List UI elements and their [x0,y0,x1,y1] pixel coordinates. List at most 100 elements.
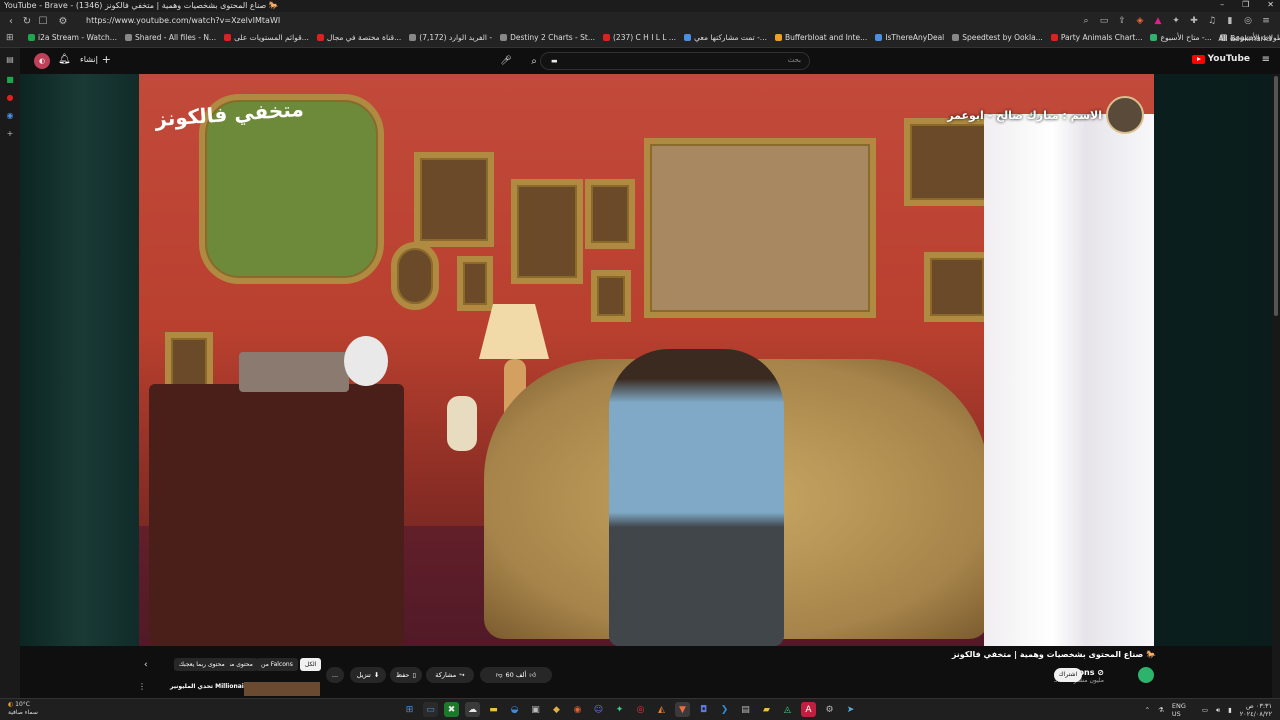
bookmark-item[interactable]: متاح الأسبوع -... [1150,33,1212,42]
bookmark-favicon-icon [124,34,132,41]
bookmark-item[interactable]: (7,172) الفريد الوارد - [409,33,492,42]
bookmark-item[interactable]: (237) C H I L L ... [603,33,676,42]
more-actions-button[interactable]: ... [326,667,344,683]
file-explorer-icon[interactable]: ▬ [486,702,501,717]
painting-tiny [585,179,635,249]
share-button[interactable]: مشاركة ↪ [426,667,474,683]
language-indicator[interactable]: ENG US [1172,702,1194,718]
vscode-icon[interactable]: ❯ [717,702,732,717]
puzzle-icon[interactable]: ✚ [1188,14,1200,28]
all-bookmarks-button[interactable]: All Bookmarks [1218,34,1272,43]
guide-menu-icon[interactable]: ≡ [1262,54,1270,65]
extension-icon[interactable]: ✦ [1170,14,1182,28]
recommended-video-thumbnail[interactable] [244,682,320,696]
bookmark-item[interactable]: IsThereAnyDeal [875,33,944,42]
bookmark-item[interactable]: Party Animals Chart... [1050,33,1142,42]
start-icon[interactable]: ⊞ [402,702,417,717]
kick-icon[interactable]: ■ [5,74,15,84]
firefox-icon[interactable]: ◉ [570,702,585,717]
chip-recommended[interactable]: محتوى ربما يعجبك [174,658,230,671]
chips-prev-icon[interactable]: ‹ [144,660,148,670]
bookmark-item[interactable]: Destiny 2 Charts - St... [500,33,595,42]
chip-all[interactable]: الكل [300,658,322,671]
maximize-button[interactable]: ❐ [1242,0,1249,9]
app4-icon[interactable]: ◭ [654,702,669,717]
cloud-icon[interactable]: ☁ [465,702,480,717]
edge-icon[interactable]: ◒ [507,702,522,717]
chrome-taskbar-icon[interactable]: ◎ [633,702,648,717]
discord-icon[interactable]: ☺ [591,702,606,717]
clock[interactable]: ٠٣:٣١ ص ٢٠٢٤/٠٨/٢٢ [1240,702,1272,718]
video-player[interactable]: متخفي فالكونز الاسم : مبارك صالح - ابوعم… [139,74,1154,646]
bookmark-icon[interactable]: ☐ [36,14,50,28]
steam-icon[interactable]: ➤ [843,702,858,717]
reload-icon[interactable]: ↻ [20,14,34,28]
bookmark-favicon-icon [224,34,232,41]
brave-taskbar-icon[interactable]: ▼ [675,702,690,717]
like-icon[interactable]: 👍︎ [529,671,536,679]
sidebar-toggle-icon[interactable]: ▮ [1224,14,1236,28]
notifications-icon[interactable]: 🔔︎ [58,54,71,65]
search-icon[interactable]: ⌕ [1080,14,1092,28]
painting-mini [457,256,493,311]
media-icon[interactable]: ♫ [1206,14,1218,28]
app7-icon[interactable]: ◬ [780,702,795,717]
network-icon[interactable]: ▭ [1202,706,1208,714]
page-scrollbar[interactable] [1272,74,1280,698]
settings-icon[interactable]: ⚙ [822,702,837,717]
bitwarden-icon[interactable]: ◘ [696,702,711,717]
bookmark-item[interactable]: Bufferbloat and Inte... [774,33,867,42]
menu-icon[interactable]: ≡ [1260,14,1272,28]
wallet-icon[interactable]: ◎ [1242,14,1254,28]
taskview-icon[interactable]: ▭ [423,702,438,717]
like-dislike-button[interactable]: 👎︎ 60 ألف 👍︎ [480,667,552,683]
minimize-button[interactable]: – [1220,0,1224,9]
rec-more-icon[interactable]: ⋮ [138,682,146,691]
search-input[interactable]: ▬ بحث [540,52,810,70]
app5-icon[interactable]: ▤ [738,702,753,717]
download-button[interactable]: تنزيل ⬇ [350,667,386,683]
add-panel-icon[interactable]: + [5,128,15,138]
youtube-sidebar-icon[interactable]: ● [5,92,15,102]
back-icon[interactable]: ‹ [4,14,18,28]
bookmark-item[interactable]: قناة مختصة في مجال... [316,33,401,42]
bookmark-item[interactable]: قوائم المستويات على... [224,33,309,42]
apps-grid-icon[interactable]: ⊞ [6,33,14,43]
cast-icon[interactable]: ▭ [1098,14,1110,28]
share-icon[interactable]: ⇪ [1116,14,1128,28]
app2-icon[interactable]: ◆ [549,702,564,717]
brave-shield-icon[interactable]: ◈ [1134,14,1146,28]
bookmark-item[interactable]: Speedtest by Ookla... [952,33,1043,42]
site-info-icon[interactable]: ⚙ [56,14,70,28]
sidebar-panel-icon[interactable]: ▤ [5,54,15,64]
weather-widget[interactable]: ◐ 10°C سماء صافية [8,701,38,717]
scrollbar-thumb[interactable] [1274,76,1278,316]
save-button[interactable]: حفظ ▯ [390,667,422,683]
subscribe-button[interactable]: اشتراك [1054,668,1082,682]
keyboard-icon[interactable]: ▬ [551,57,558,65]
app8-icon[interactable]: A [801,702,816,717]
xbox-icon[interactable]: ✖ [444,702,459,717]
create-button[interactable]: إنشاء + [80,53,111,66]
url-field[interactable]: https://www.youtube.com/watch?v=XzelvIMt… [86,16,280,25]
youtube-logo[interactable]: YouTube [1191,54,1250,64]
app6-icon[interactable]: ▰ [759,702,774,717]
bookmark-item[interactable]: Shared - All files - N... [124,33,216,42]
battery-icon[interactable]: ▮ [1228,706,1232,714]
painting-small [414,152,494,247]
bookmark-item[interactable]: i2a Stream - Watch... [28,33,117,42]
channel-avatar[interactable] [1138,667,1154,683]
tray-app-icon[interactable]: ⚗ [1158,706,1164,714]
bookmark-item[interactable]: تمت مشاركتها معي -... [684,33,767,42]
dislike-icon[interactable]: 👎︎ [496,671,503,679]
account-avatar[interactable]: ◐ [34,53,50,69]
chip-from-channel[interactable]: من Falcons [256,658,298,671]
volume-icon[interactable]: 🔊︎ [1216,706,1220,715]
app3-icon[interactable]: ✦ [612,702,627,717]
tray-chevron-icon[interactable]: ⌃ [1145,706,1150,714]
voice-search-icon[interactable]: 🎤︎ [498,53,514,69]
rewards-icon[interactable]: ▲ [1152,14,1164,28]
close-button[interactable]: ✕ [1267,0,1274,9]
app-icon[interactable]: ▣ [528,702,543,717]
chrome-icon[interactable]: ◉ [5,110,15,120]
